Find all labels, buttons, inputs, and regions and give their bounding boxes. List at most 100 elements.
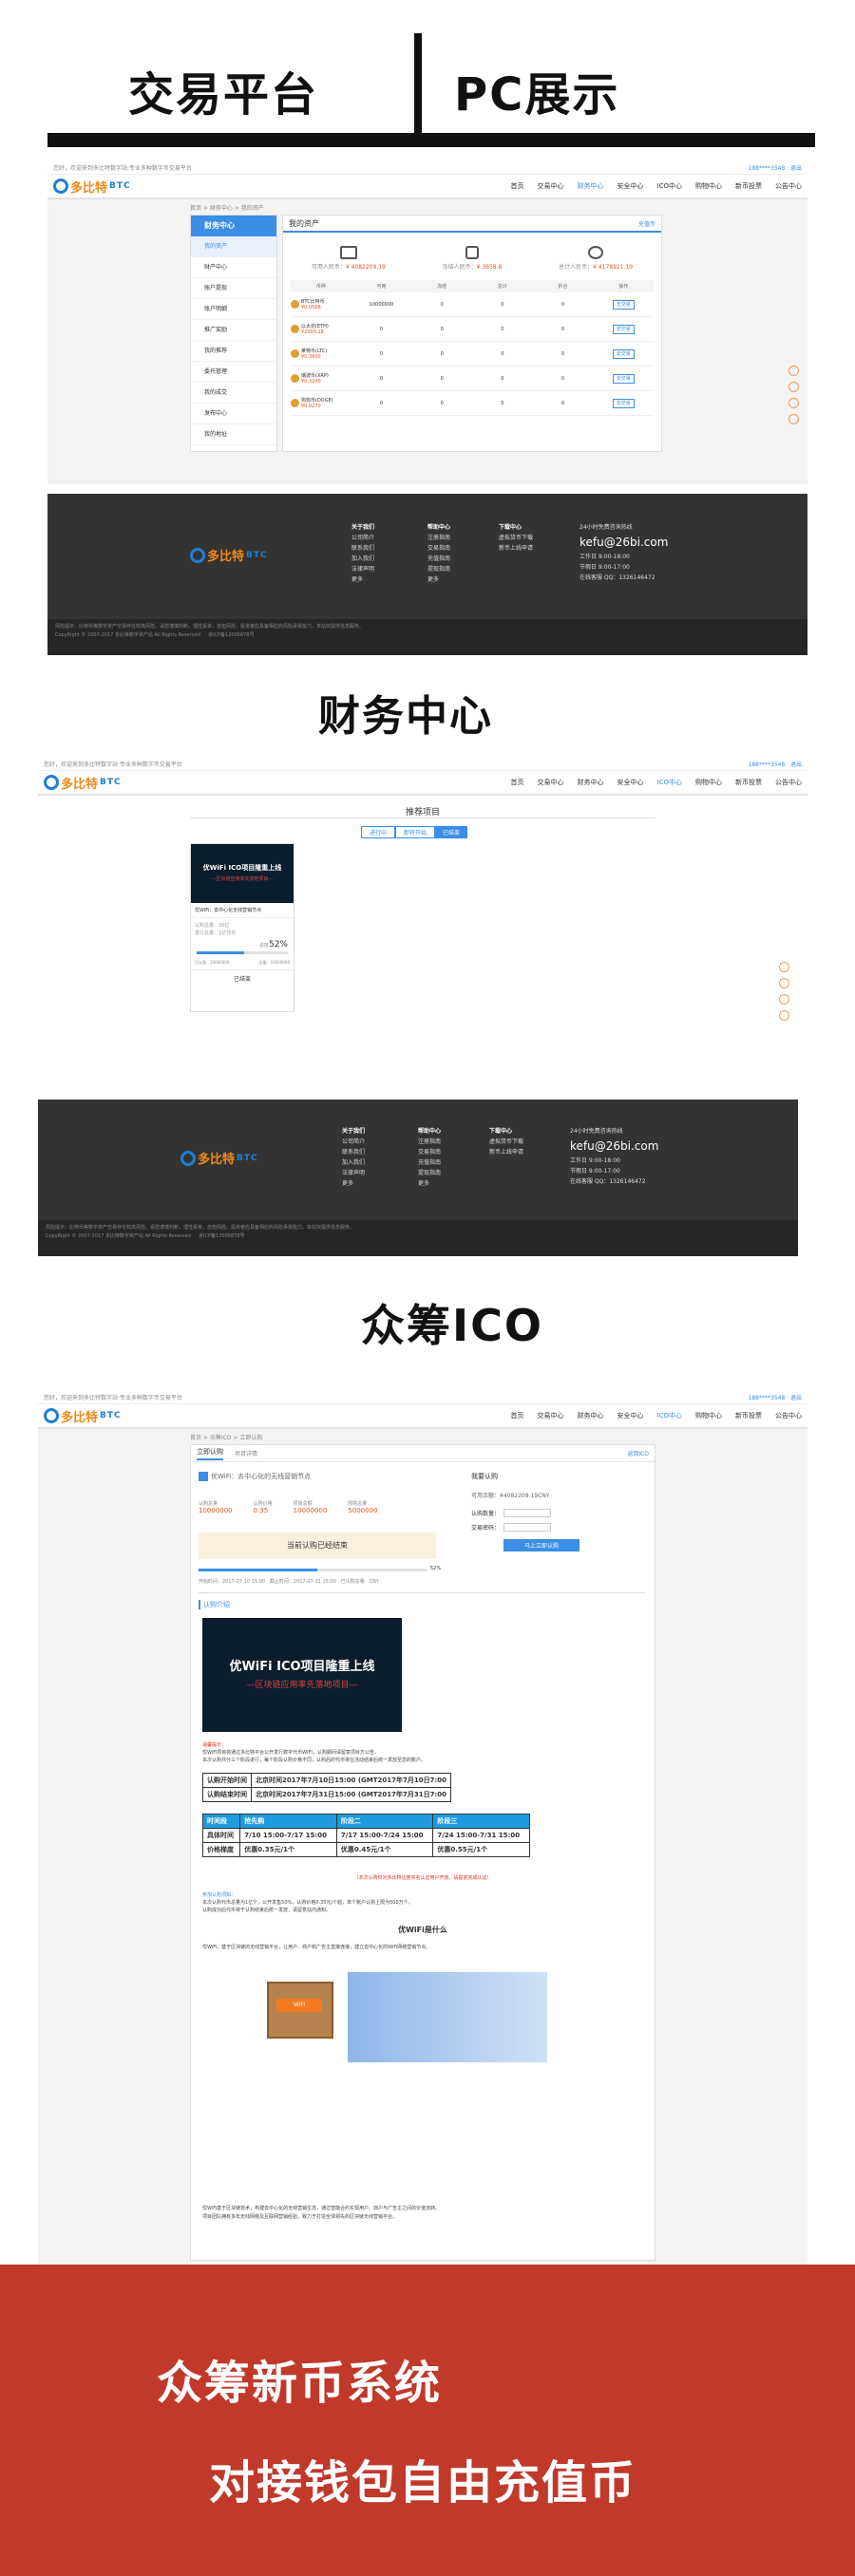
recharge-link[interactable]: 充值币 <box>638 219 656 228</box>
sidebar-item[interactable]: 我的成交 <box>191 383 276 404</box>
sidebar-item[interactable]: 委托管理 <box>191 362 276 383</box>
qq-icon[interactable] <box>788 382 799 392</box>
breadcrumb: 首页 > 众筹ICO > 立即认购 <box>190 1435 263 1441</box>
nav-news[interactable]: 公告中心 <box>775 181 802 191</box>
nav-news[interactable]: 公告中心 <box>775 1411 802 1420</box>
card-title: 优WiFi：去中心化无线营销节点 <box>191 903 294 918</box>
trade-button[interactable]: 去交易 <box>612 399 635 408</box>
nav-ico[interactable]: ICO中心 <box>657 778 682 787</box>
sidebar-item[interactable]: 我的资产 <box>191 236 276 257</box>
phone-icon[interactable] <box>788 398 799 408</box>
trade-button[interactable]: 去交易 <box>612 349 635 359</box>
footer-2: 多比特 BTC 关于我们 公司简介 联系我们 加入我们 法律声明 更多 帮助中心 注册指南 交易… <box>38 1100 798 1256</box>
nav-home[interactable]: 首页 <box>511 1411 524 1420</box>
sidebar-title: 财务中心 <box>191 216 276 236</box>
banner-line1: 众筹新币系统 <box>157 2357 443 2410</box>
stat-item: 项目总额 10000000 <box>293 1501 328 1514</box>
trade-button[interactable]: 去交易 <box>612 300 635 310</box>
heading-crowdfunding-ico: 众筹ICO <box>361 1300 543 1351</box>
nav-shop[interactable]: 购物中心 <box>695 181 722 191</box>
phone-icon[interactable] <box>779 994 789 1005</box>
chat-icon[interactable] <box>779 962 789 972</box>
buy-button[interactable]: 马上立即认购 <box>504 1539 580 1551</box>
ico-card[interactable]: 优WiFi ICO项目隆重上线 —区块链应用率先落地项目— 优WiFi：去中心化… <box>190 843 294 1012</box>
summary-total: 总计人民币：¥ 4178921.19 <box>559 246 633 271</box>
heading-pc-display: PC展示 <box>454 68 620 122</box>
tab-ongoing[interactable]: 进行中 <box>361 826 396 838</box>
floating-icons <box>779 962 789 1021</box>
nav-security[interactable]: 安全中心 <box>618 181 644 191</box>
coin-logo-icon <box>53 179 68 194</box>
finance-main: 我的资产 充值币 可用人民币：¥ 4082209.19 冻结人民币：¥ 3658… <box>282 215 662 452</box>
footer-download: 下载中心 虚拟货币下载 新币上线申请 <box>489 1128 524 1156</box>
nav-trade[interactable]: 交易中心 <box>538 778 564 787</box>
detail-main: 立即认购 项目详情 返回ICO 优WiFi：去中心化的无线营销节点 认购总量 10… <box>190 1444 656 2261</box>
coin-logo-icon <box>190 547 205 563</box>
nav-finance[interactable]: 财务中心 <box>578 1411 604 1420</box>
nav-security[interactable]: 安全中心 <box>618 778 644 787</box>
site-logo[interactable]: 多比特 BTC <box>53 178 131 196</box>
card-progress-bar <box>197 951 288 954</box>
sidebar-item[interactable]: 账户明细 <box>191 299 276 320</box>
nav-vote[interactable]: 新币投票 <box>735 181 762 191</box>
note-red: 温馨提示： <box>202 1742 227 1748</box>
lock-icon <box>465 246 479 259</box>
sidebar-item[interactable]: 我的推荐 <box>191 341 276 362</box>
trade-button[interactable]: 去交易 <box>612 325 635 334</box>
nav-home[interactable]: 首页 <box>511 181 524 191</box>
sidebar-item[interactable]: 财产中心 <box>191 257 276 278</box>
top-user[interactable]: 188****3548 · 退出 <box>749 1393 802 1401</box>
sidebar-item[interactable]: 推广奖励 <box>191 320 276 341</box>
what-text: 优WiFi，基于区块链的无线营销平台，让用户、商户和广告主直接连接，建立去中心化… <box>202 1945 431 1950</box>
back-ico-link[interactable]: 返回ICO <box>627 1449 649 1457</box>
card-button[interactable]: 已结束 <box>191 969 294 983</box>
nav-news[interactable]: 公告中心 <box>775 778 802 787</box>
back-to-top-icon[interactable] <box>779 1010 789 1021</box>
what-heading: 优WiFi是什么 <box>398 1926 447 1934</box>
tab-upcoming[interactable]: 即将开始 <box>395 826 436 838</box>
tab-ended[interactable]: 已结束 <box>435 826 468 838</box>
table-row: 莱特币(LTC) ¥0.3800 0 0 0 0 去交易 <box>291 342 654 367</box>
trade-button[interactable]: 去交易 <box>612 374 635 384</box>
table-row: 以太坊(ETH) ¥2000.18 0 0 0 0 去交易 <box>291 317 654 342</box>
sidebar-item[interactable]: 我的地址 <box>191 424 276 445</box>
column-header: 操作 <box>618 284 629 290</box>
nav-vote[interactable]: 新币投票 <box>735 1411 762 1420</box>
nav-shop[interactable]: 购物中心 <box>695 778 722 787</box>
nav-finance[interactable]: 财务中心 <box>578 778 604 787</box>
password-input[interactable] <box>504 1523 552 1532</box>
nav-finance[interactable]: 财务中心 <box>578 181 604 191</box>
nav-shop[interactable]: 购物中心 <box>695 1411 722 1420</box>
rules-heading: 参加认购须知： <box>202 1892 237 1898</box>
nav-vote[interactable]: 新币投票 <box>735 778 762 787</box>
qq-icon[interactable] <box>779 978 789 988</box>
nav-ico[interactable]: ICO中心 <box>657 181 682 191</box>
coin-logo-icon <box>180 1150 196 1166</box>
sidebar-item[interactable]: 发布中心 <box>191 404 276 424</box>
tab-buy-now[interactable]: 立即认购 <box>197 1447 223 1460</box>
site-logo[interactable]: 多比特 BTC <box>44 1407 122 1425</box>
nav-ico[interactable]: ICO中心 <box>657 1411 682 1420</box>
top-user[interactable]: 188****3548 · 退出 <box>749 760 802 768</box>
site-logo[interactable]: 多比特 BTC <box>44 774 122 792</box>
ended-notice: 当前认购已经结束 <box>199 1532 436 1559</box>
nav-security[interactable]: 安全中心 <box>618 1411 644 1420</box>
coin-icon <box>291 325 299 333</box>
tab-project-detail[interactable]: 项目详情 <box>235 1449 257 1457</box>
ico-list-screenshot: 您好，欢迎来到多比特数字站·专业多种数字币交易平台 188****3548 · … <box>38 758 808 1043</box>
back-to-top-icon[interactable] <box>788 414 799 424</box>
nav-home[interactable]: 首页 <box>511 778 524 787</box>
finance-screenshot: 您好，欢迎来到多比特数字站·专业多种数字币交易平台 188****3548 · … <box>48 161 808 484</box>
top-user[interactable]: 188****3548 · 退出 <box>749 163 802 172</box>
nav-trade[interactable]: 交易中心 <box>538 181 564 191</box>
footer-bottom: 风险提示：比特币等数字资产交易存在较高风险，请您谨慎判断，理性投资，自担风险，投… <box>48 619 808 655</box>
footer-help: 帮助中心 注册指南 交易指南 充值指南 提现指南 更多 <box>418 1128 442 1187</box>
project-title: 优WiFi：去中心化的无线营销节点 <box>199 1472 311 1481</box>
coin-logo-icon <box>44 775 59 790</box>
quantity-input[interactable] <box>504 1509 552 1517</box>
promo-banner: 众筹新币系统 对接钱包自由充值币 <box>0 2265 855 2576</box>
nav-trade[interactable]: 交易中心 <box>538 1411 564 1420</box>
table-row: 狗狗币(DOGE) ¥0.0270 0 0 0 0 去交易 <box>291 391 654 416</box>
sidebar-item[interactable]: 账户提现 <box>191 278 276 299</box>
chat-icon[interactable] <box>788 366 799 376</box>
